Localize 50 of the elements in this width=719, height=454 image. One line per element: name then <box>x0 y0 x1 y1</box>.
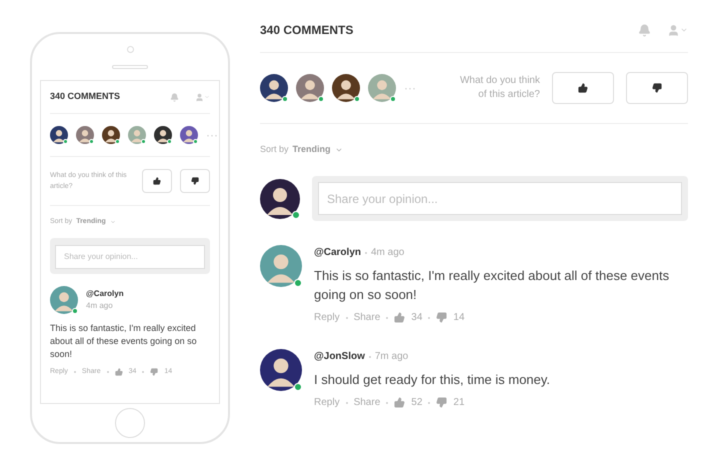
username[interactable]: @Carolyn <box>86 288 124 300</box>
caret-icon <box>110 219 116 225</box>
caret-icon <box>334 146 343 154</box>
timestamp: 4m ago <box>86 300 114 312</box>
speaker-icon <box>112 64 148 68</box>
comments-title: 340 COMMENTS <box>260 22 354 39</box>
thumbs-up-icon[interactable] <box>394 397 406 408</box>
username[interactable]: @Carolyn <box>314 245 361 260</box>
reply-link[interactable]: Reply <box>314 310 340 325</box>
comment-text: This is so fantastic, I'm really excited about all of these events going on so soon! <box>314 267 670 304</box>
thumbs-down-icon[interactable] <box>436 312 448 323</box>
dislike-button[interactable] <box>180 169 210 193</box>
thumbs-down-icon <box>652 83 662 93</box>
timestamp: 4m ago <box>370 246 404 260</box>
sort-dropdown[interactable]: Sort by Trending <box>260 124 688 176</box>
thumbs-down-icon[interactable] <box>436 397 448 408</box>
like-button[interactable] <box>552 72 614 104</box>
thumbs-up-icon[interactable] <box>394 312 406 323</box>
comment-input[interactable]: Share your opinion... <box>318 182 682 215</box>
bell-icon[interactable] <box>638 24 651 36</box>
thumbs-up-icon <box>578 83 588 93</box>
timestamp: 7m ago <box>374 350 408 364</box>
like-button[interactable] <box>142 169 172 193</box>
dislike-count: 14 <box>453 311 465 325</box>
comment-text: I should get ready for this, time is money. <box>314 371 550 389</box>
thumbs-down-icon <box>191 177 199 185</box>
sort-value: Trending <box>292 143 331 156</box>
dislike-count: 21 <box>453 396 465 410</box>
home-button[interactable] <box>115 408 145 438</box>
question-text: What do you think of this article? <box>458 74 540 102</box>
comment-text: This is so fantastic, I'm really excited about all of these events going on so soon! <box>50 322 198 360</box>
thumbs-down-icon[interactable] <box>150 368 158 376</box>
user-menu-icon[interactable] <box>667 24 688 36</box>
share-link[interactable]: Share <box>354 310 380 325</box>
user-menu-icon[interactable] <box>195 92 210 102</box>
like-count: 52 <box>411 396 422 410</box>
like-count: 34 <box>411 311 422 325</box>
username[interactable]: @JonSlow <box>314 349 365 364</box>
thumbs-up-icon <box>153 177 161 185</box>
share-link[interactable]: Share <box>354 395 380 410</box>
comments-title: 340 COMMENTS <box>50 90 120 104</box>
thumbs-up-icon[interactable] <box>114 368 123 376</box>
camera-icon <box>126 46 134 52</box>
comment-input[interactable]: Share your opinion... <box>55 244 205 268</box>
sort-label: Sort by <box>260 143 289 156</box>
more-indicator[interactable]: ··· <box>206 126 218 144</box>
reply-link[interactable]: Reply <box>314 395 340 410</box>
dislike-button[interactable] <box>626 72 688 104</box>
bell-icon[interactable] <box>170 92 179 102</box>
more-indicator[interactable]: ··· <box>404 79 416 97</box>
